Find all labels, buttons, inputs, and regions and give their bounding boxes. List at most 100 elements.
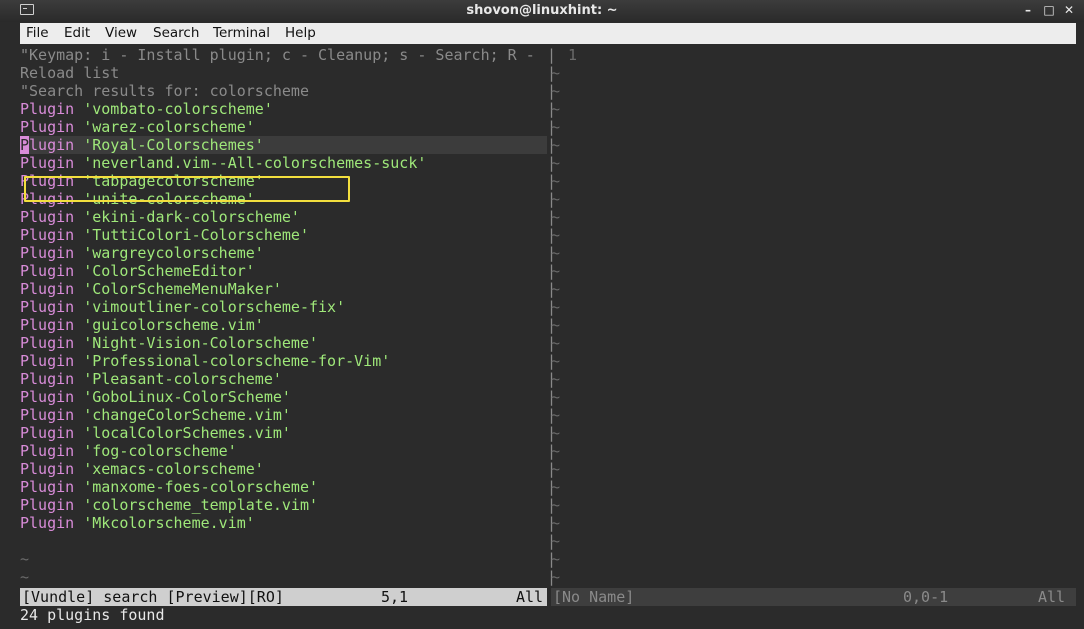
- plugin-row[interactable]: Plugin 'neverland.vim--All-colorschemes-…: [20, 154, 547, 172]
- menu-edit[interactable]: Edit: [64, 25, 90, 41]
- empty-line-tilde: ~: [20, 568, 30, 586]
- plugin-row[interactable]: Plugin 'ColorSchemeMenuMaker': [20, 280, 547, 298]
- plugin-row[interactable]: Plugin 'ColorSchemeEditor': [20, 262, 547, 280]
- empty-line-tilde: ~: [551, 64, 561, 82]
- empty-line-tilde: ~: [551, 208, 561, 226]
- plugin-name: 'Night-Vision-Colorscheme': [83, 334, 319, 352]
- message-line: 24 plugins found: [20, 606, 165, 624]
- empty-line-tilde: ~: [551, 136, 561, 154]
- plugin-row[interactable]: Plugin 'changeColorScheme.vim': [20, 406, 547, 424]
- empty-line-tilde: ~: [551, 514, 561, 532]
- plugin-name: 'ColorSchemeMenuMaker': [83, 280, 282, 298]
- close-icon[interactable]: ✕: [1062, 3, 1076, 17]
- status-buffer-name: [No Name]: [553, 588, 635, 606]
- window-title: shovon@linuxhint: ~: [466, 3, 618, 18]
- empty-line-tilde: ~: [551, 316, 561, 334]
- plugin-keyword: Plugin: [20, 514, 75, 532]
- plugin-keyword: Plugin: [20, 370, 75, 388]
- empty-line-tilde: ~: [551, 262, 561, 280]
- plugin-keyword: Plugin: [20, 208, 75, 226]
- empty-line-tilde: ~: [551, 478, 561, 496]
- plugin-name: 'wargreycolorscheme': [83, 244, 264, 262]
- plugin-name: 'neverland.vim--All-colorschemes-suck': [83, 154, 427, 172]
- plugin-row[interactable]: Plugin 'Pleasant-colorscheme': [20, 370, 547, 388]
- menu-file[interactable]: File: [26, 25, 49, 41]
- empty-line-tilde: ~: [551, 154, 561, 172]
- plugin-name: 'warez-colorscheme': [83, 118, 255, 136]
- empty-line-tilde: ~: [551, 280, 561, 298]
- empty-line-tilde: ~: [551, 442, 561, 460]
- empty-line-tilde: ~: [551, 424, 561, 442]
- empty-line-tilde: ~: [551, 352, 561, 370]
- plugin-row[interactable]: Plugin 'GoboLinux-ColorScheme': [20, 388, 547, 406]
- plugin-name: 'ekini-dark-colorscheme': [83, 208, 300, 226]
- plugin-keyword: Plugin: [20, 100, 75, 118]
- status-scroll: All: [516, 588, 544, 606]
- plugin-keyword: Plugin: [20, 298, 75, 316]
- plugin-name: 'ColorSchemeEditor': [83, 262, 255, 280]
- text-cursor: P: [20, 136, 30, 154]
- status-right: [No Name] 0,0-1 All: [551, 588, 1076, 606]
- plugin-name: 'Professional-colorscheme-for-Vim': [83, 352, 391, 370]
- status-buffer-name: [Vundle] search [Preview][RO]: [22, 588, 284, 606]
- plugin-keyword: Plugin: [20, 388, 75, 406]
- empty-line-tilde: ~: [551, 406, 561, 424]
- plugin-keyword: Plugin: [20, 262, 75, 280]
- plugin-row[interactable]: Plugin 'Professional-colorscheme-for-Vim…: [20, 352, 547, 370]
- empty-line-tilde: ~: [551, 370, 561, 388]
- plugin-row[interactable]: Plugin 'manxome-foes-colorscheme': [20, 478, 547, 496]
- plugin-keyword: Plugin: [20, 406, 75, 424]
- empty-line-tilde: ~: [551, 100, 561, 118]
- split-bar: |: [547, 46, 557, 64]
- plugin-keyword: Plugin: [20, 118, 75, 136]
- plugin-row[interactable]: Plugin 'xemacs-colorscheme': [20, 460, 547, 478]
- empty-line-tilde: ~: [551, 334, 561, 352]
- plugin-keyword: Plugin: [20, 442, 75, 460]
- plugin-row[interactable]: Plugin 'TuttiColori-Colorscheme': [20, 226, 547, 244]
- plugin-row[interactable]: Plugin 'localColorSchemes.vim': [20, 424, 547, 442]
- plugin-keyword: Plugin: [20, 280, 75, 298]
- plugin-keyword: Plugin: [20, 316, 75, 334]
- plugin-name: 'Royal-Colorschemes': [83, 136, 264, 154]
- plugin-keyword: Plugin: [20, 424, 75, 442]
- menu-bar: File Edit View Search Terminal Help: [20, 23, 1076, 44]
- menu-terminal[interactable]: Terminal: [213, 25, 270, 41]
- plugin-row[interactable]: Plugin 'warez-colorscheme': [20, 118, 547, 136]
- status-scroll: All: [1038, 588, 1066, 606]
- line-number: 1: [568, 46, 578, 64]
- empty-line-tilde: ~: [551, 226, 561, 244]
- plugin-row[interactable]: Plugin 'Night-Vision-Colorscheme': [20, 334, 547, 352]
- plugin-name: 'changeColorScheme.vim': [83, 406, 291, 424]
- empty-line-tilde: ~: [551, 118, 561, 136]
- plugin-row[interactable]: Plugin 'fog-colorscheme': [20, 442, 547, 460]
- empty-line-tilde: ~: [551, 388, 561, 406]
- plugin-keyword: Plugin: [20, 352, 75, 370]
- plugin-name: 'TuttiColori-Colorscheme': [83, 226, 309, 244]
- menu-help[interactable]: Help: [285, 25, 316, 41]
- terminal-area[interactable]: "Keymap: i - Install plugin; c - Cleanup…: [20, 45, 1076, 625]
- empty-line-tilde: ~: [551, 190, 561, 208]
- status-left: [Vundle] search [Preview][RO] 5,1 All: [20, 588, 547, 606]
- empty-line-tilde: ~: [551, 298, 561, 316]
- plugin-row[interactable]: Plugin 'colorscheme_template.vim': [20, 496, 547, 514]
- status-cursor-position: 0,0-1: [903, 588, 949, 606]
- menu-view[interactable]: View: [105, 25, 137, 41]
- plugin-row[interactable]: Plugin 'Royal-Colorschemes': [20, 136, 547, 154]
- selection-highlight-box: [24, 176, 350, 202]
- empty-line-tilde: ~: [551, 532, 561, 550]
- plugin-row[interactable]: Plugin 'guicolorscheme.vim': [20, 316, 547, 334]
- plugin-name: 'colorscheme_template.vim': [83, 496, 319, 514]
- status-line: [Vundle] search [Preview][RO] 5,1 All [N…: [20, 588, 1076, 606]
- plugin-row[interactable]: Plugin 'vombato-colorscheme': [20, 100, 547, 118]
- plugin-name: 'fog-colorscheme': [83, 442, 237, 460]
- plugin-keyword: Plugin: [20, 496, 75, 514]
- maximize-icon[interactable]: □: [1042, 3, 1056, 17]
- plugin-row[interactable]: Plugin 'Mkcolorscheme.vim': [20, 514, 547, 532]
- minimize-icon[interactable]: –: [1021, 3, 1035, 17]
- plugin-name: 'manxome-foes-colorscheme': [83, 478, 319, 496]
- plugin-row[interactable]: Plugin 'ekini-dark-colorscheme': [20, 208, 547, 226]
- plugin-row[interactable]: Plugin 'vimoutliner-colorscheme-fix': [20, 298, 547, 316]
- menu-search[interactable]: Search: [153, 25, 199, 41]
- plugin-row[interactable]: Plugin 'wargreycolorscheme': [20, 244, 547, 262]
- plugin-name: 'xemacs-colorscheme': [83, 460, 264, 478]
